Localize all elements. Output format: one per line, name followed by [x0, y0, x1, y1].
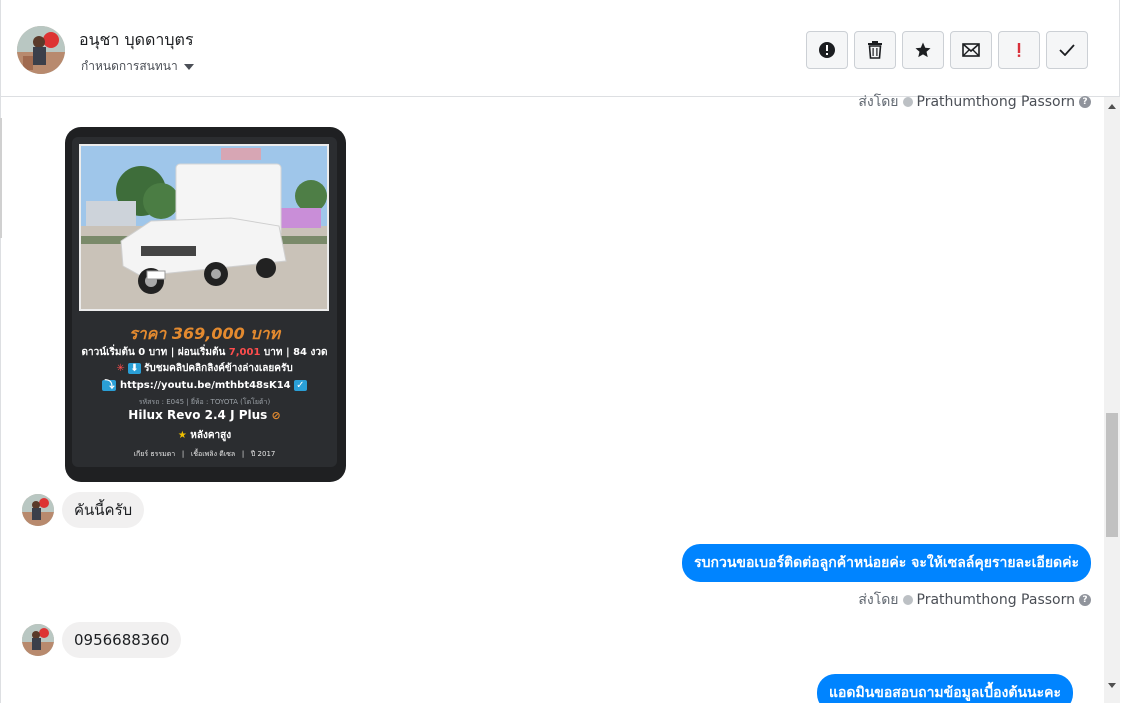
envelope-icon	[962, 43, 980, 57]
scroll-down-arrow-icon[interactable]	[1108, 683, 1116, 688]
incoming-message: 0956688360	[22, 622, 182, 658]
scroll-up-arrow-icon[interactable]	[1108, 104, 1116, 109]
message-clip: แอดมินขอสอบถามข้อมูลเบื้องต้นนะคะ	[0, 674, 1104, 703]
arrow-right-icon: ⤵	[102, 380, 117, 391]
checkbox-icon: ✓	[294, 380, 307, 391]
assign-label: กำหนดการสนทนา	[81, 59, 178, 73]
divider	[0, 118, 2, 238]
sent-by-prefix: ส่งโดย	[858, 94, 899, 110]
car-price: ราคา 369,000 บาท	[129, 324, 280, 343]
outgoing-message-bubble[interactable]: รบกวนขอเบอร์ติดต่อลูกค้าหน่อยค่ะ จะให้เซ…	[682, 544, 1091, 582]
sent-by-label: ส่งโดย Prathumthong Passorn ?	[858, 589, 1091, 611]
help-icon[interactable]: ?	[1079, 594, 1091, 606]
star-icon: ★	[177, 430, 187, 441]
sent-by-label: ส่งโดย Prathumthong Passorn ?	[858, 91, 1091, 113]
financing-line: ดาวน์เริ่มต้น 0 บาท | ผ่อนเริ่มต้น 7,001…	[81, 347, 328, 358]
spam-button[interactable]	[806, 31, 848, 69]
contact-avatar[interactable]	[17, 26, 65, 74]
car-photo	[79, 144, 329, 311]
car-code: รหัสรถ : E045 | ยี่ห้อ : TOYOTA (โตโยต้า…	[138, 398, 271, 406]
verified-icon: ⊘	[271, 409, 281, 422]
car-specs: เกียร์ ธรรมดา | เชื้อเพลิง ดีเซล | ปี 20…	[133, 450, 276, 458]
youtube-link: ⤵ https://youtu.be/mthbt48sK14 ✓	[102, 380, 307, 391]
incoming-message: คันนี้ครับ	[22, 492, 145, 528]
alert-circle-icon	[819, 42, 835, 58]
contact-avatar[interactable]	[22, 624, 54, 656]
scroll-thumb[interactable]	[1106, 413, 1118, 537]
installment-amount: 7,001	[228, 347, 261, 358]
car-feature: ★ หลังคาสูง	[177, 430, 232, 441]
contact-name[interactable]: อนุชา บุดดาบุตร	[79, 28, 194, 53]
delete-button[interactable]	[854, 31, 896, 69]
sent-by-prefix: ส่งโดย	[858, 592, 899, 608]
agent-avatar-icon	[902, 97, 913, 107]
car-model: Hilux Revo 2.4 J Plus ⊘	[128, 408, 281, 422]
star-button[interactable]	[902, 31, 944, 69]
agent-avatar-icon	[902, 595, 913, 605]
follow-up-button[interactable]	[998, 31, 1040, 69]
check-icon	[1059, 44, 1075, 56]
contact-avatar[interactable]	[22, 494, 54, 526]
asterisk-icon: ✳	[116, 363, 125, 374]
clip-line: ✳ ⬇ รับชมคลิปคลิกลิงค์ข้างล่างเลยครับ	[116, 363, 293, 374]
outgoing-message-bubble[interactable]: แอดมินขอสอบถามข้อมูลเบื้องต้นนะคะ	[816, 674, 1073, 703]
mark-done-button[interactable]	[1046, 31, 1088, 69]
mark-unread-button[interactable]	[950, 31, 992, 69]
exclamation-icon	[1017, 43, 1021, 57]
conversation-header: อนุชา บุดดาบุตร กำหนดการสนทนา	[0, 0, 1120, 97]
help-icon[interactable]: ?	[1079, 96, 1091, 108]
message-bubble[interactable]: 0956688360	[62, 622, 182, 658]
thread-scrollbar[interactable]	[1104, 97, 1120, 703]
agent-name[interactable]: Prathumthong Passorn	[917, 94, 1075, 110]
caret-down-icon	[183, 63, 194, 70]
agent-name[interactable]: Prathumthong Passorn	[917, 592, 1075, 608]
conversation-actions	[806, 31, 1088, 69]
message-bubble[interactable]: คันนี้ครับ	[62, 492, 145, 528]
trash-icon	[868, 41, 882, 59]
arrow-down-icon: ⬇	[128, 363, 141, 374]
assign-conversation-dropdown[interactable]: กำหนดการสนทนา	[81, 57, 194, 76]
star-icon	[915, 42, 931, 58]
